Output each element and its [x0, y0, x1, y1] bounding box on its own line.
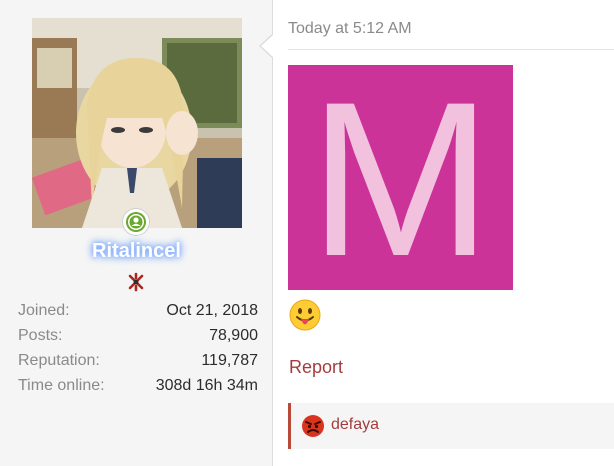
user-stats: Joined: Oct 21, 2018 Posts: 78,900 Reput… [18, 300, 258, 400]
username-link[interactable]: Ritalincel [0, 240, 273, 263]
stat-value: Oct 21, 2018 [166, 302, 258, 319]
user-info-panel: Ritalincel Joined: Oct 21, 2018 Posts: 7… [0, 0, 273, 466]
stat-value: 119,787 [201, 352, 258, 369]
angry-emblem-icon [126, 272, 146, 292]
user-avatar[interactable] [32, 18, 242, 228]
stat-row-time-online: Time online: 308d 16h 34m [18, 375, 258, 400]
stat-label: Reputation: [18, 352, 100, 369]
stat-value: 78,900 [209, 327, 258, 344]
stat-label: Time online: [18, 377, 105, 394]
report-link[interactable]: Report [289, 357, 343, 378]
stat-row-reputation: Reputation: 119,787 [18, 350, 258, 375]
forum-post: Ritalincel Joined: Oct 21, 2018 Posts: 7… [0, 0, 614, 466]
post-timestamp-link[interactable]: Today at 5:12 AM [288, 20, 412, 38]
online-status-indicator [123, 209, 149, 235]
stat-label: Posts: [18, 327, 63, 344]
image-letter: M [309, 65, 492, 290]
message-image[interactable]: M [288, 56, 513, 302]
stat-value: 308d 16h 34m [155, 377, 258, 394]
stat-label: Joined: [18, 302, 70, 319]
letter-m-image: M [288, 56, 513, 302]
reaction-user-link[interactable]: defaya [331, 416, 379, 434]
tongue-out-emoji [289, 299, 321, 331]
angry-face-icon[interactable] [301, 414, 325, 438]
divider [288, 49, 614, 50]
stat-row-posts: Posts: 78,900 [18, 325, 258, 350]
post-pointer-arrow [259, 33, 274, 59]
online-user-icon [126, 212, 146, 232]
message-panel: Today at 5:12 AM M Report defaya [273, 0, 614, 466]
anime-girl-avatar-icon [32, 18, 242, 228]
stat-row-joined: Joined: Oct 21, 2018 [18, 300, 258, 325]
reactions-bar: defaya [288, 403, 614, 449]
